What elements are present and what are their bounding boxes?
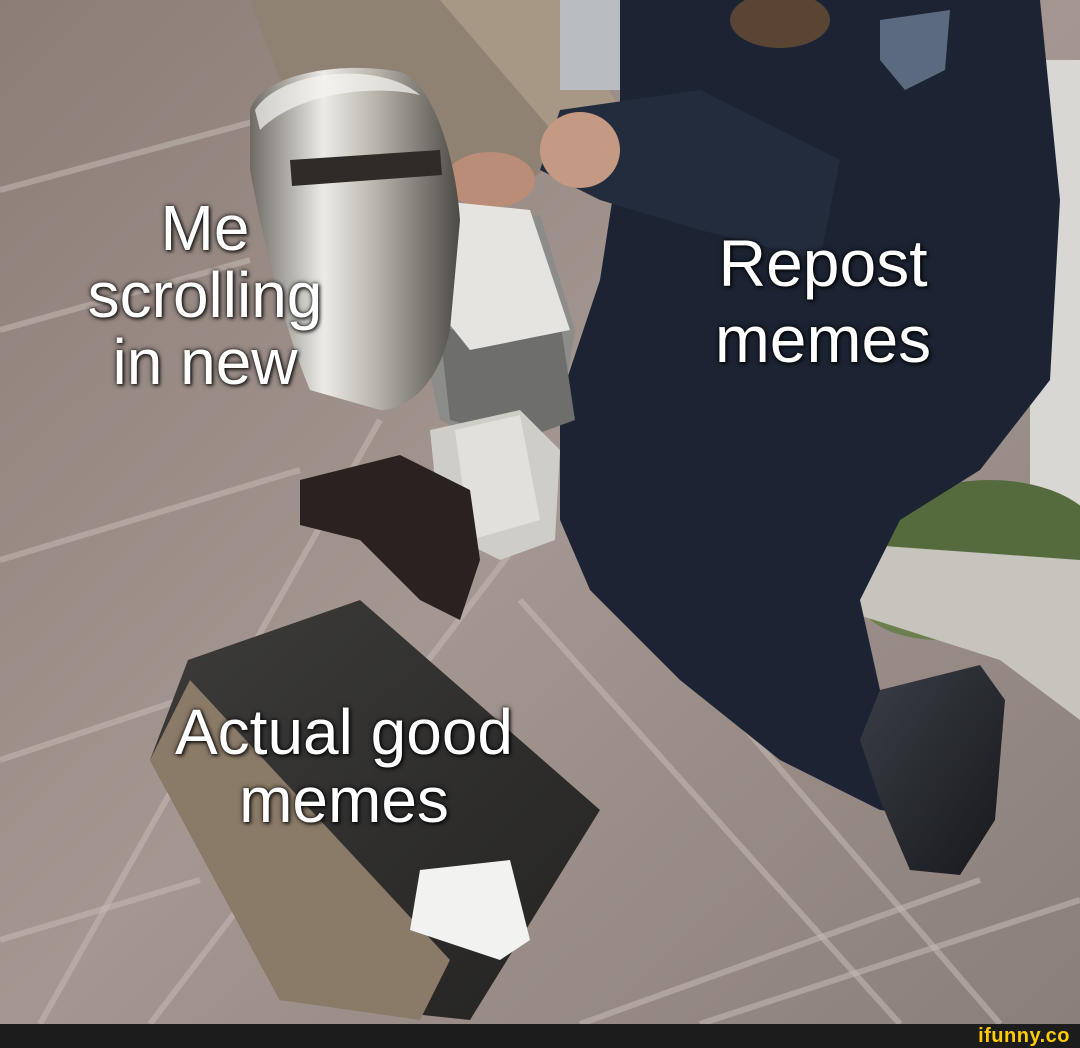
caption-me-scrolling: Me scrolling in new [40,196,370,397]
ifunny-watermark: ifunny.co [978,1025,1070,1047]
caption-line: in new [112,326,298,398]
caption-repost-memes: Repost memes [668,230,978,382]
caption-line: Repost [718,226,928,300]
meme-photo [0,0,1080,1024]
caption-line: scrolling [87,259,323,331]
caption-actual-good-memes: Actual good memes [104,700,584,836]
caption-line: memes [714,302,932,376]
meme-image: Me scrolling in new Repost memes Actual … [0,0,1080,1024]
caption-line: Actual good [174,696,514,768]
watermark-bar: ifunny.co [0,1024,1080,1048]
caption-line: Me [160,192,250,264]
caption-line: memes [239,764,449,836]
